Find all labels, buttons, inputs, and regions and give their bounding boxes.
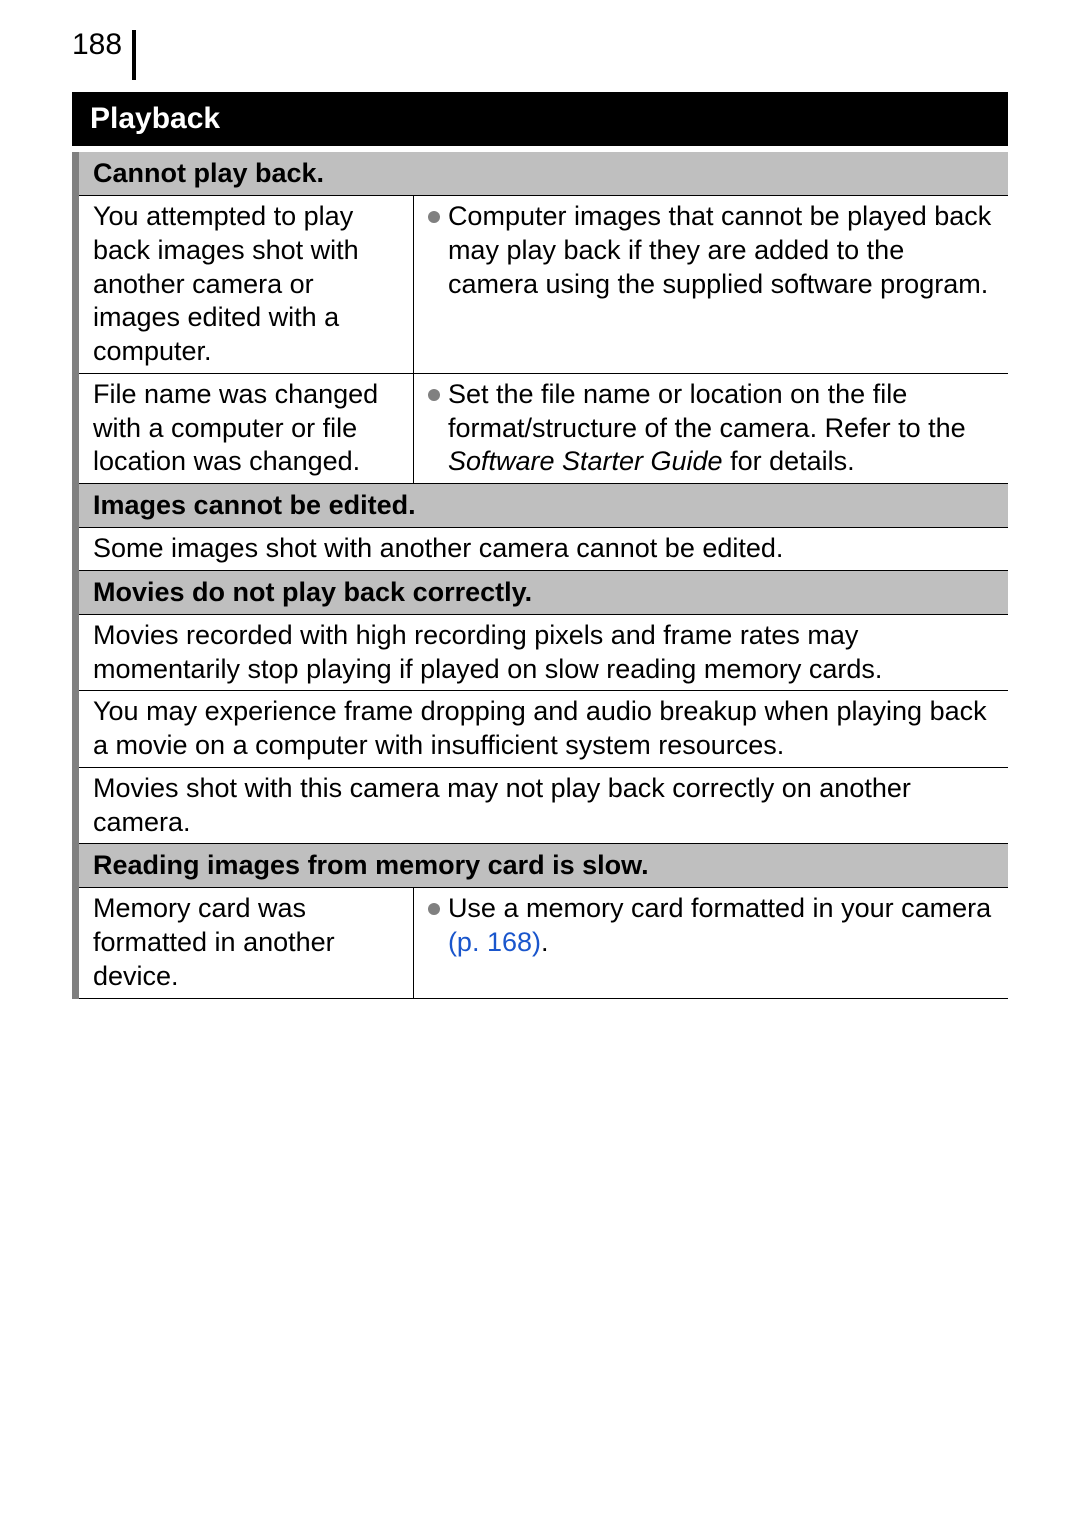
cause-cell: You attempted to play back images shot w… bbox=[79, 196, 413, 373]
table-row: You may experience frame dropping and au… bbox=[79, 691, 1008, 768]
sub-header: Movies do not play back correctly. bbox=[79, 571, 1008, 615]
text-post: . bbox=[541, 927, 549, 957]
table-row: Movies recorded with high recording pixe… bbox=[79, 615, 1008, 691]
cause-cell: File name was changed with a computer or… bbox=[79, 373, 413, 483]
bullet-item: Computer images that cannot be played ba… bbox=[428, 200, 1000, 301]
table-row: File name was changed with a computer or… bbox=[79, 373, 1008, 483]
info-cell: Movies shot with this camera may not pla… bbox=[79, 767, 1008, 844]
info-table: Movies recorded with high recording pixe… bbox=[79, 615, 1008, 845]
sub-header: Cannot play back. bbox=[79, 152, 1008, 196]
text-pre: Use a memory card formatted in your came… bbox=[448, 893, 991, 923]
sub-header: Images cannot be edited. bbox=[79, 484, 1008, 528]
bullet-text: Use a memory card formatted in your came… bbox=[448, 892, 1000, 960]
cause-cell: Memory card was formatted in another dev… bbox=[79, 888, 413, 998]
bullet-item: Set the file name or location on the fil… bbox=[428, 378, 1000, 479]
table-row: You attempted to play back images shot w… bbox=[79, 196, 1008, 373]
content-block: Cannot play back. You attempted to play … bbox=[72, 152, 1008, 999]
section-title: Playback bbox=[72, 92, 1008, 146]
bullet-icon bbox=[428, 389, 440, 401]
solution-cell: Use a memory card formatted in your came… bbox=[413, 888, 1008, 998]
page-number: 188 bbox=[72, 30, 136, 80]
table-row: Some images shot with another camera can… bbox=[79, 528, 1008, 570]
bullet-icon bbox=[428, 903, 440, 915]
info-cell: You may experience frame dropping and au… bbox=[79, 691, 1008, 768]
text-pre: Set the file name or location on the fil… bbox=[448, 379, 966, 443]
solution-cell: Set the file name or location on the fil… bbox=[413, 373, 1008, 483]
bullet-text: Set the file name or location on the fil… bbox=[448, 378, 1000, 479]
info-cell: Some images shot with another camera can… bbox=[79, 528, 1008, 570]
solution-cell: Computer images that cannot be played ba… bbox=[413, 196, 1008, 373]
table-row: Movies shot with this camera may not pla… bbox=[79, 767, 1008, 844]
troubleshoot-table: Memory card was formatted in another dev… bbox=[79, 888, 1008, 998]
troubleshoot-table: You attempted to play back images shot w… bbox=[79, 196, 1008, 484]
page-number-area: 188 bbox=[72, 30, 1008, 80]
table-row: Memory card was formatted in another dev… bbox=[79, 888, 1008, 998]
info-table: Some images shot with another camera can… bbox=[79, 528, 1008, 571]
italic-text: Software Starter Guide bbox=[448, 446, 723, 476]
bullet-item: Use a memory card formatted in your came… bbox=[428, 892, 1000, 960]
bullet-text: Computer images that cannot be played ba… bbox=[448, 200, 1000, 301]
text-post: for details. bbox=[723, 446, 855, 476]
bullet-icon bbox=[428, 211, 440, 223]
sub-header: Reading images from memory card is slow. bbox=[79, 844, 1008, 888]
manual-page: 188 Playback Cannot play back. You attem… bbox=[0, 0, 1080, 999]
info-cell: Movies recorded with high recording pixe… bbox=[79, 615, 1008, 691]
page-link[interactable]: (p. 168) bbox=[448, 927, 541, 957]
